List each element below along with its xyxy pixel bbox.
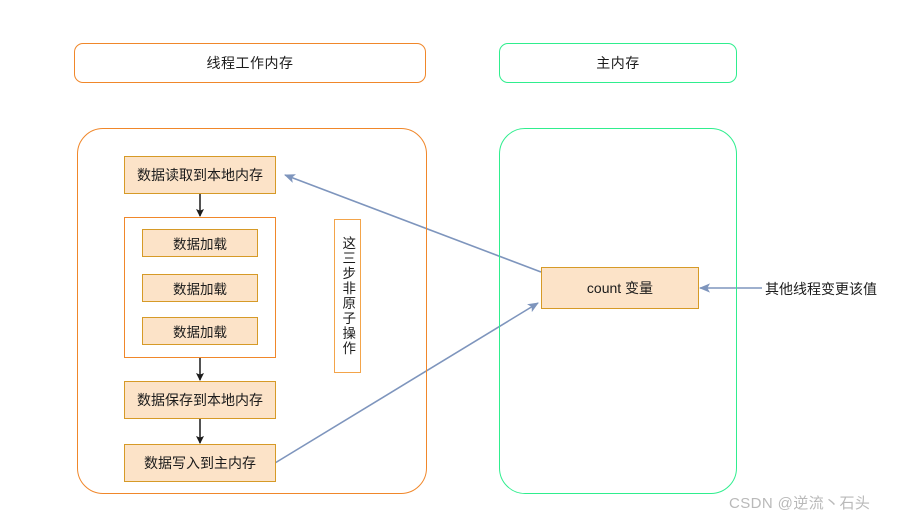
node-write-to-main-memory-label: 数据写入到主内存 <box>144 455 256 471</box>
node-save-to-local-memory: 数据保存到本地内存 <box>124 381 276 419</box>
node-count-variable: count 变量 <box>541 267 699 309</box>
header-main-memory: 主内存 <box>499 43 737 83</box>
node-data-load-3: 数据加载 <box>142 317 258 345</box>
header-main-memory-label: 主内存 <box>596 55 640 71</box>
node-data-load-2-label: 数据加载 <box>173 282 227 297</box>
node-data-load-3-label: 数据加载 <box>173 325 227 340</box>
annotation-other-thread-change: 其他线程变更该值 <box>765 279 877 299</box>
node-write-to-main-memory: 数据写入到主内存 <box>124 444 276 482</box>
node-save-to-local-memory-label: 数据保存到本地内存 <box>137 392 263 408</box>
diagram-canvas: 线程工作内存 主内存 数据读取到本地内存 数据加载 数据加载 数据加载 数据保存… <box>0 0 912 522</box>
node-data-load-2: 数据加载 <box>142 274 258 302</box>
note-non-atomic-operation-label: 这三步非原子操作 <box>340 236 356 356</box>
node-read-to-local-memory-label: 数据读取到本地内存 <box>137 167 263 183</box>
header-thread-working-memory: 线程工作内存 <box>74 43 426 83</box>
annotation-other-thread-change-label: 其他线程变更该值 <box>765 281 877 297</box>
node-count-variable-label: count 变量 <box>586 280 654 296</box>
watermark: CSDN @逆流丶石头 <box>729 492 870 513</box>
node-data-load-1: 数据加载 <box>142 229 258 257</box>
node-data-load-1-label: 数据加载 <box>173 237 227 252</box>
node-read-to-local-memory: 数据读取到本地内存 <box>124 156 276 194</box>
watermark-label: CSDN @逆流丶石头 <box>729 495 871 512</box>
note-non-atomic-operation: 这三步非原子操作 <box>334 219 361 373</box>
header-thread-working-memory-label: 线程工作内存 <box>206 55 294 71</box>
region-main-memory <box>499 128 737 494</box>
